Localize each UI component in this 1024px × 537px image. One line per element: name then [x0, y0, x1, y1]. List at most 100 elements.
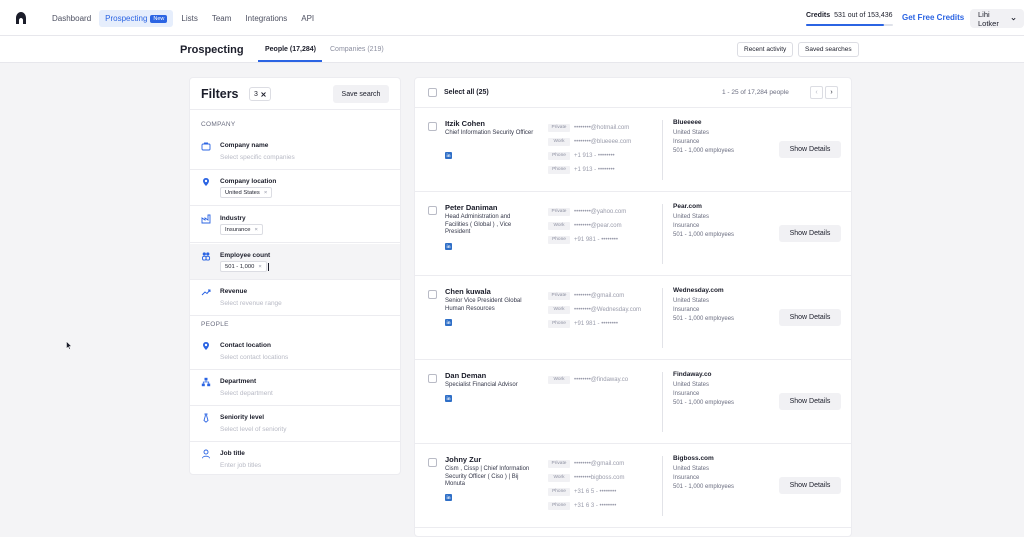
filter-placeholder[interactable]: Select level of seniority — [220, 426, 286, 433]
contact-row: Private ••••••••@gmail.com — [548, 459, 624, 468]
filter-placeholder[interactable]: Select specific companies — [220, 154, 295, 161]
nav-api[interactable]: API — [295, 10, 320, 27]
filter-seniority-level[interactable]: Seniority level Select level of seniorit… — [190, 406, 400, 442]
company-size: 501 - 1,000 employees — [673, 484, 735, 490]
linkedin-icon[interactable]: in — [445, 494, 452, 501]
row-checkbox[interactable] — [428, 290, 437, 299]
company-country: United States — [673, 298, 710, 304]
company-name[interactable]: Pear.com — [673, 203, 702, 210]
previous-page-button[interactable]: ‹ — [810, 86, 823, 99]
next-page-button[interactable]: › — [825, 86, 838, 99]
select-all-checkbox[interactable] — [428, 88, 437, 97]
filter-placeholder[interactable]: Enter job titles — [220, 462, 261, 469]
saved-searches-button[interactable]: Saved searches — [798, 42, 859, 57]
contact-row: Phone +31 6 3 - •••••••• — [548, 501, 616, 510]
filter-chip[interactable]: United States × — [220, 187, 273, 198]
person-name[interactable]: Itzik Cohen — [445, 119, 485, 128]
filter-placeholder[interactable]: Select revenue range — [220, 300, 282, 307]
show-details-button[interactable]: Show Details — [779, 309, 841, 326]
nav-dashboard[interactable]: Dashboard — [46, 10, 97, 27]
filter-job-title[interactable]: Job title Enter job titles — [190, 442, 400, 478]
contact-value[interactable]: ••••••••@gmail.com — [574, 293, 624, 299]
person-name[interactable]: Dan Deman — [445, 371, 486, 380]
filter-industry[interactable]: Industry Insurance × — [190, 207, 400, 243]
contact-value[interactable]: ••••••••@yahoo.com — [574, 209, 626, 215]
row-checkbox[interactable] — [428, 122, 437, 131]
save-search-button[interactable]: Save search — [333, 85, 389, 103]
close-icon[interactable] — [261, 91, 266, 97]
contact-value[interactable]: ••••••••@findaway.co — [574, 377, 628, 383]
credits-value: 531 out of 153,436 — [834, 12, 893, 19]
filter-employee-count[interactable]: Employee count 501 - 1,000 × — [190, 244, 400, 280]
app-logo-icon[interactable] — [14, 11, 28, 25]
get-free-credits-link[interactable]: Get Free Credits — [902, 13, 964, 22]
remove-chip-icon[interactable]: × — [264, 190, 267, 196]
company-name[interactable]: Wednesday.com — [673, 287, 724, 294]
filter-label: Revenue — [220, 288, 248, 295]
remove-chip-icon[interactable]: × — [254, 227, 257, 233]
show-details-button[interactable]: Show Details — [779, 477, 841, 494]
tab-people[interactable]: People (17,284) — [265, 46, 316, 53]
active-filter-count[interactable]: 3 — [249, 87, 271, 101]
contact-value[interactable]: ••••••••@gmail.com — [574, 461, 624, 467]
person-title: Chief Information Security Officer — [445, 130, 534, 136]
contact-value[interactable]: +1 913 - •••••••• — [574, 167, 615, 173]
row-checkbox[interactable] — [428, 374, 437, 383]
show-details-button[interactable]: Show Details — [779, 141, 841, 158]
nav-integrations[interactable]: Integrations — [239, 10, 293, 27]
company-industry: Insurance — [673, 391, 700, 397]
company-country: United States — [673, 466, 710, 472]
contact-value[interactable]: +31 6 3 - •••••••• — [574, 503, 616, 509]
filter-company-location[interactable]: Company location United States × — [190, 170, 400, 206]
select-all-label[interactable]: Select all (25) — [444, 89, 489, 96]
show-details-button[interactable]: Show Details — [779, 393, 841, 410]
company-industry: Insurance — [673, 223, 700, 229]
contact-row: Work ••••••••@pear.com — [548, 221, 622, 230]
tab-companies[interactable]: Companies (219) — [330, 46, 384, 53]
nav-team[interactable]: Team — [206, 10, 238, 27]
contact-value[interactable]: +91 981 - •••••••• — [574, 321, 618, 327]
person-name[interactable]: Johny Zur — [445, 455, 481, 464]
company-name[interactable]: Findaway.co — [673, 371, 712, 378]
filters-title: Filters — [201, 87, 239, 101]
company-name[interactable]: Blueeeee — [673, 119, 702, 126]
contact-row: Phone +91 981 - •••••••• — [548, 319, 618, 328]
recent-activity-button[interactable]: Recent activity — [737, 42, 794, 57]
user-name: Lihi Lotker — [978, 9, 999, 28]
briefcase-icon — [201, 142, 211, 151]
company-size: 501 - 1,000 employees — [673, 232, 735, 238]
contact-value[interactable]: ••••••••@pear.com — [574, 223, 622, 229]
filter-label: Seniority level — [220, 414, 265, 421]
filter-company-name[interactable]: Company name Select specific companies — [190, 134, 400, 170]
filter-placeholder[interactable]: Select department — [220, 390, 273, 397]
contact-value[interactable]: +91 981 - •••••••• — [574, 237, 618, 243]
linkedin-icon[interactable]: in — [445, 152, 452, 159]
credits-display: Credits 531 out of 153,436 — [806, 12, 893, 19]
person-name[interactable]: Peter Daniman — [445, 203, 498, 212]
contact-tag: Phone — [548, 151, 570, 160]
company-name[interactable]: Bigboss.com — [673, 455, 714, 462]
linkedin-icon[interactable]: in — [445, 319, 452, 326]
contact-value[interactable]: ••••••••bigboss.com — [574, 475, 625, 481]
linkedin-icon[interactable]: in — [445, 395, 452, 402]
filter-chip[interactable]: Insurance × — [220, 224, 263, 235]
show-details-button[interactable]: Show Details — [779, 225, 841, 242]
contact-value[interactable]: +1 913 - •••••••• — [574, 153, 615, 159]
filter-contact-location[interactable]: Contact location Select contact location… — [190, 334, 400, 370]
nav-prospecting[interactable]: Prospecting New — [99, 10, 174, 27]
remove-chip-icon[interactable]: × — [258, 264, 261, 270]
contact-value[interactable]: ••••••••@hotmail.com — [574, 125, 629, 131]
contact-value[interactable]: +31 6 5 - •••••••• — [574, 489, 616, 495]
filter-revenue[interactable]: Revenue Select revenue range — [190, 280, 400, 316]
filter-chip[interactable]: 501 - 1,000 × — [220, 261, 267, 272]
nav-lists[interactable]: Lists — [175, 10, 203, 27]
contact-value[interactable]: ••••••••@blueeee.com — [574, 139, 631, 145]
contact-value[interactable]: ••••••••@Wednesday.com — [574, 307, 641, 313]
user-menu[interactable]: Lihi Lotker — [970, 9, 1024, 28]
row-checkbox[interactable] — [428, 458, 437, 467]
row-checkbox[interactable] — [428, 206, 437, 215]
filter-placeholder[interactable]: Select contact locations — [220, 354, 288, 361]
linkedin-icon[interactable]: in — [445, 243, 452, 250]
filter-department[interactable]: Department Select department — [190, 370, 400, 406]
person-name[interactable]: Chen kuwala — [445, 287, 491, 296]
